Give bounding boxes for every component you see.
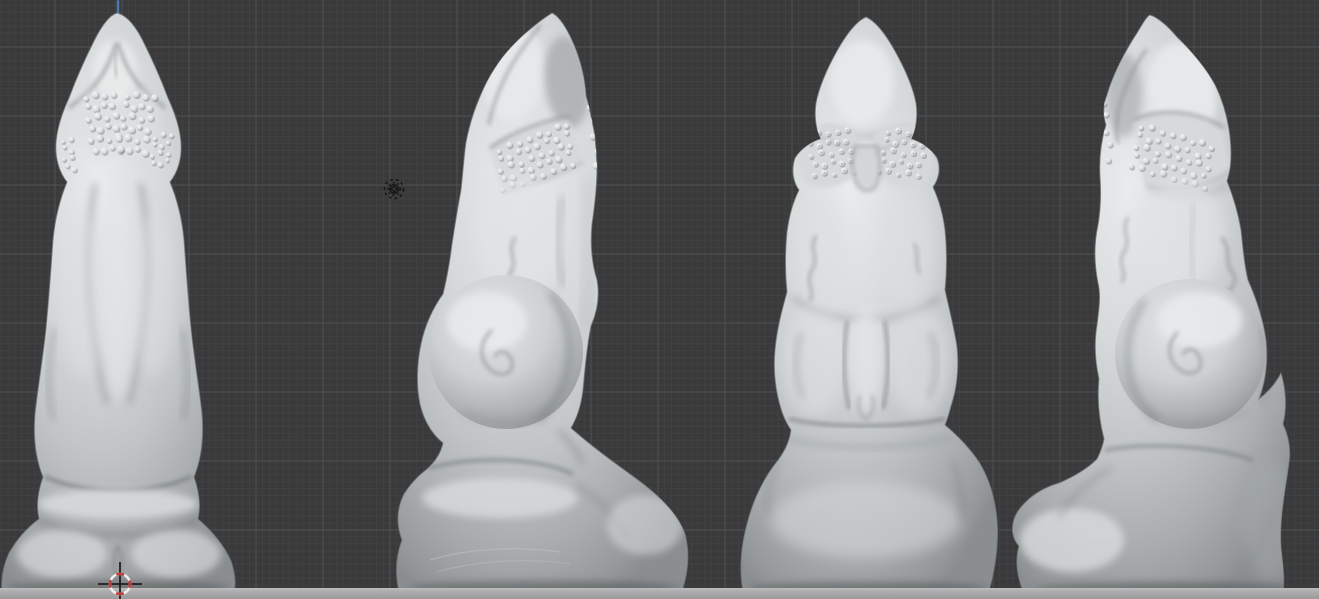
floor-plane — [0, 588, 1319, 599]
viewport-3d[interactable] — [0, 0, 1319, 599]
center-drip — [853, 146, 880, 191]
collar-band — [38, 489, 198, 519]
axis-z-line — [117, 0, 119, 14]
